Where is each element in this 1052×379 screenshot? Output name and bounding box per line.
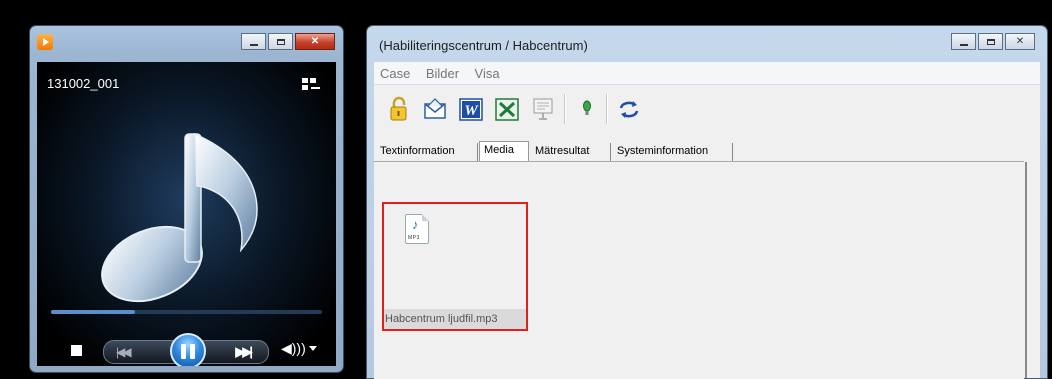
refresh-icon[interactable] [616,96,642,122]
email-icon[interactable] [422,96,448,122]
menu-case[interactable]: Case [374,62,415,81]
mp3-extension-label: MP3 [408,235,420,241]
presentation-icon[interactable] [530,96,556,122]
toolbar-separator [564,94,566,124]
panel-right-border [1025,162,1027,378]
next-track-button[interactable]: ▶▶| [235,344,253,360]
seek-progress [51,310,135,314]
media-file-item[interactable]: ♪ MP3 Habcentrum ljudfil.mp3 [382,202,528,331]
volume-dropdown-arrow[interactable] [309,346,317,351]
now-playing-screen: 131002_001 |◀◀ ▶▶| ◀))) [37,62,336,366]
pause-button[interactable] [170,333,206,366]
window-client-area: Case Bilder Visa W Textinformation Media… [374,62,1040,379]
window-title: (Habiliteringscentrum / Habcentrum) [379,38,588,53]
svg-text:W: W [464,103,479,119]
track-title: 131002_001 [47,76,120,91]
volume-icon[interactable]: ◀))) [281,340,306,357]
media-player-app-icon[interactable] [37,34,53,50]
maximize-button[interactable] [978,33,1003,50]
close-icon: ✕ [1015,36,1025,47]
menu-bar: Case Bilder Visa [374,62,1040,85]
toolbar-separator [606,94,608,124]
switch-to-library-icon[interactable] [302,78,320,92]
stop-button[interactable] [71,345,82,356]
close-button[interactable]: ✕ [1005,33,1035,50]
media-file-name: Habcentrum ljudfil.mp3 [384,309,526,329]
toolbar: W [374,86,1040,134]
excel-icon[interactable] [494,96,520,122]
menu-visa[interactable]: Visa [469,62,505,81]
previous-track-button[interactable]: |◀◀ [116,345,131,359]
maximize-button[interactable] [268,33,293,50]
tab-matresultat[interactable]: Mätresultat [531,143,611,161]
maximize-icon [276,38,285,45]
playback-controls: |◀◀ ▶▶| ◀))) [37,330,336,366]
tab-media[interactable]: Media [479,141,529,161]
minimize-button[interactable] [241,33,266,50]
player-caption-buttons: ✕ [241,33,335,50]
transport-bar: |◀◀ ▶▶| [103,333,269,366]
player-titlebar[interactable]: ✕ [30,26,343,62]
maximize-icon [986,38,995,45]
mp3-file-icon: ♪ MP3 [405,214,429,244]
hab-caption-buttons: ✕ [951,33,1035,50]
lock-icon[interactable] [386,96,412,122]
seek-bar[interactable] [51,310,322,314]
music-note-artwork [101,132,258,303]
habcentrum-window: (Habiliteringscentrum / Habcentrum) ✕ Ca… [367,26,1047,379]
menu-bilder[interactable]: Bilder [420,62,464,81]
tab-systeminformation[interactable]: Systeminformation [613,143,733,161]
word-icon[interactable]: W [458,96,484,122]
minimize-button[interactable] [951,33,976,50]
media-player-window: ✕ 131002_001 |◀◀ ▶▶| ◀))) [30,26,343,372]
close-button[interactable]: ✕ [295,33,335,50]
minimize-icon [959,43,968,46]
tab-textinformation[interactable]: Textinformation [376,143,478,161]
close-icon: ✕ [310,36,320,47]
lightbulb-icon[interactable] [574,96,600,122]
minimize-icon [249,43,258,46]
